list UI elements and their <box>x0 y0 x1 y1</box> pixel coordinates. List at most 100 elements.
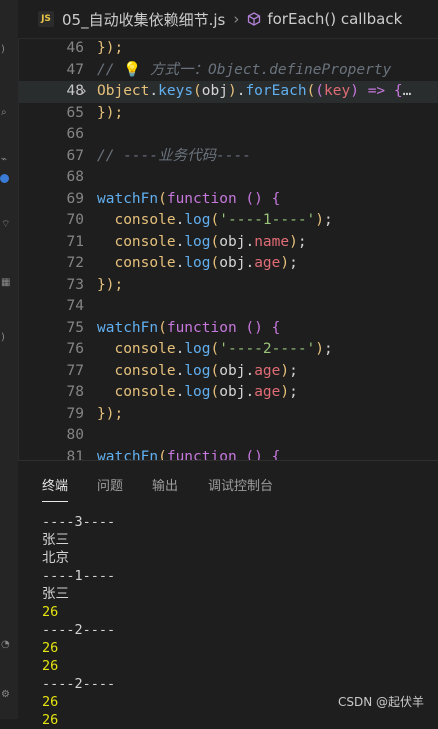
line-number: 72 <box>66 255 84 271</box>
code-token: ; <box>289 362 298 379</box>
code-token: log <box>184 255 211 271</box>
code-token: '----2----' <box>219 341 316 357</box>
code-text: }); <box>97 103 123 125</box>
line-number: 78 <box>66 384 84 400</box>
code-token: ) <box>227 83 237 99</box>
code-token: age <box>254 255 281 271</box>
terminal-output[interactable]: ----3---- 张三 北京 ----1---- 张三 26 ----2---- 26 26-… <box>42 513 115 729</box>
line-number: 66 <box>66 126 84 142</box>
tab-debug-console[interactable]: 调试控制台 <box>208 475 273 494</box>
code-line[interactable]: 66 <box>18 124 438 146</box>
code-text: }); <box>97 404 123 426</box>
code-line[interactable]: 81 watchFn(function () { <box>18 447 438 461</box>
panel-tabs: 终端 问题 输出 调试控制台 <box>18 461 438 507</box>
code-token: ( <box>210 341 220 357</box>
code-token: ) <box>315 212 325 228</box>
code-text: // ----业务代码---- <box>97 146 251 168</box>
code-token: log <box>184 362 211 379</box>
source-control-icon[interactable]: ⌁ <box>1 155 11 165</box>
code-line[interactable]: 79}); <box>18 404 438 426</box>
tab-terminal[interactable]: 终端 <box>42 475 69 502</box>
code-line[interactable]: 74 <box>18 296 438 318</box>
terminal-line: 26 <box>42 658 59 674</box>
remote-icon[interactable]: ) <box>1 333 11 343</box>
code-text: Object.keys(obj).forEach((key) => {… <box>97 81 411 103</box>
bottom-panel: 终端 问题 输出 调试控制台 ----3---- 张三 北京 ----1---- 张三 2… <box>18 460 438 728</box>
code-line[interactable]: 71 console.log(obj.name); <box>18 232 438 254</box>
code-token: . <box>175 212 185 228</box>
code-line[interactable]: 80 <box>18 425 438 447</box>
terminal-line: 26 <box>42 604 59 620</box>
line-number: 73 <box>66 276 84 293</box>
code-token: console <box>97 255 176 271</box>
code-line[interactable]: 78 console.log(obj.age); <box>18 382 438 404</box>
code-line[interactable]: 65}); <box>18 103 438 125</box>
code-line[interactable]: 77 console.log(obj.age); <box>18 361 438 383</box>
settings-icon[interactable]: ⚙ <box>1 690 11 700</box>
code-token: ( <box>315 83 325 99</box>
js-file-icon: JS <box>38 11 54 27</box>
line-number: 47 <box>66 61 84 78</box>
code-line[interactable]: 68 <box>18 167 438 189</box>
breadcrumb-symbol[interactable]: forEach() callback <box>267 10 402 28</box>
code-token: { <box>271 190 281 207</box>
code-line[interactable]: 67 // ----业务代码---- <box>18 146 438 168</box>
code-line[interactable]: 70 console.log('----1----'); <box>18 210 438 232</box>
code-token: { <box>271 319 281 336</box>
explorer-icon[interactable]: ) <box>1 45 11 55</box>
code-editor[interactable]: 46}); 47// 💡 方式一：Object.defineProperty 48 ›… <box>18 38 438 460</box>
code-token: ( <box>306 83 316 99</box>
code-text: console.log('----2----'); <box>97 339 332 361</box>
tab-output[interactable]: 输出 <box>152 475 178 494</box>
fold-chevron-icon[interactable]: › <box>80 81 88 103</box>
code-line[interactable]: 75 watchFn(function () { <box>18 318 438 340</box>
code-token: name <box>254 233 290 250</box>
terminal-line: 北京 <box>42 550 69 566</box>
code-token: ; <box>297 233 307 250</box>
code-token: . <box>149 83 159 99</box>
code-token: watchFn <box>97 190 159 207</box>
code-token: ( <box>158 319 167 336</box>
code-text: console.log(obj.age); <box>97 361 298 383</box>
account-icon[interactable]: ◔ <box>1 640 11 650</box>
line-number: 67 <box>66 147 84 164</box>
breadcrumb-file[interactable]: 05_自动收集依赖细节.js <box>62 9 225 30</box>
code-text: }); <box>97 275 123 297</box>
code-line[interactable]: 76 console.log('----2----'); <box>18 339 438 361</box>
code-token: ( <box>210 384 220 400</box>
code-line[interactable]: 46}); <box>18 38 438 60</box>
code-text: }); <box>97 38 123 60</box>
code-line[interactable]: 47 // 💡 方式一：Object.defineProperty <box>18 60 438 82</box>
line-number: 79 <box>66 405 84 422</box>
code-token: console <box>97 233 176 250</box>
code-token: obj <box>219 233 246 250</box>
line-number: 74 <box>66 298 84 314</box>
code-token: () <box>245 319 263 336</box>
code-token: . <box>245 362 255 379</box>
line-number: 65 <box>66 104 84 121</box>
extensions-icon[interactable]: ▦ <box>1 278 11 288</box>
code-line[interactable]: 69 watchFn(function () { <box>18 189 438 211</box>
chevron-right-icon: › <box>233 10 240 28</box>
code-line[interactable]: 48 › Object.keys(obj).forEach((key) => {… <box>18 81 438 103</box>
line-number: 80 <box>66 427 84 443</box>
code-text: console.log('----1----'); <box>97 210 332 232</box>
code-token: () { <box>236 448 281 461</box>
code-text: console.log(obj.age); <box>97 382 298 404</box>
code-token: ; <box>289 384 298 400</box>
code-token: watchFn <box>97 319 159 336</box>
code-token: key <box>324 83 351 99</box>
code-token: ( <box>158 448 167 461</box>
code-token: forEach <box>245 83 307 99</box>
code-line[interactable]: 72 console.log(obj.age); <box>18 253 438 275</box>
code-text: watchFn(function () { <box>97 189 280 211</box>
code-token: ( <box>158 190 167 207</box>
code-line[interactable]: 73}); <box>18 275 438 297</box>
run-debug-icon[interactable]: ⌔ <box>1 220 11 230</box>
code-token: () <box>245 190 263 207</box>
tab-problems[interactable]: 问题 <box>97 475 123 494</box>
code-token: ) <box>280 384 290 400</box>
code-token: log <box>184 233 211 250</box>
search-icon[interactable]: ⌕ <box>1 108 11 118</box>
line-number: 69 <box>66 190 84 207</box>
